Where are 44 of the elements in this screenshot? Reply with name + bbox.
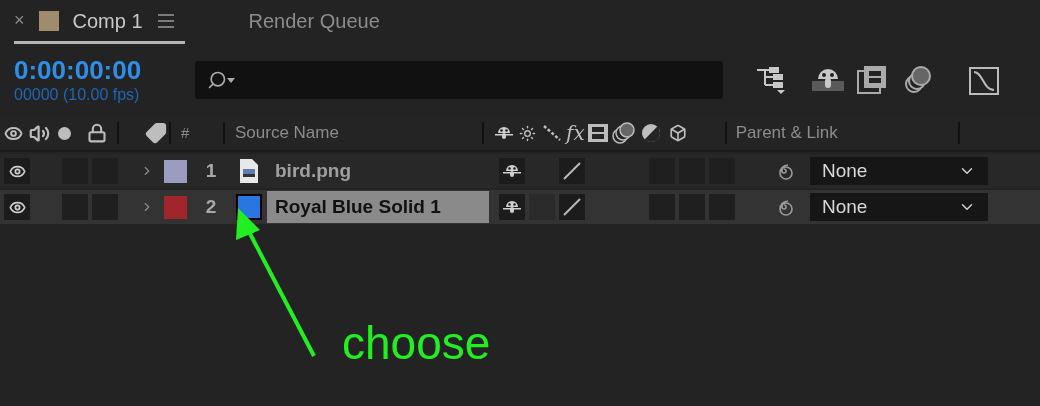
tab[interactable]: × Comp 1 bbox=[14, 0, 185, 44]
source-name[interactable]: Royal Blue Solid 1 bbox=[267, 191, 489, 223]
shy-switch-icon bbox=[502, 198, 522, 216]
layer-number: 2 bbox=[204, 194, 218, 219]
column-header[interactable]: # bbox=[171, 121, 223, 145]
frame-info: 00000 (10.00 fps) bbox=[14, 87, 141, 103]
timecode[interactable]: 0:00:00:00 bbox=[14, 57, 195, 83]
tab[interactable]: Render Queue bbox=[248, 0, 380, 44]
layers-icon[interactable] bbox=[903, 65, 933, 95]
layer-row[interactable]: 1 bird.png None bbox=[0, 154, 1040, 188]
label-color-swatch[interactable] bbox=[164, 195, 187, 219]
parent-dropdown[interactable]: None bbox=[810, 193, 988, 221]
tag-icon bbox=[145, 122, 167, 144]
source-name[interactable]: bird.png bbox=[267, 155, 489, 187]
quality-icon bbox=[542, 124, 562, 142]
quality-switch-icon[interactable] bbox=[562, 161, 582, 181]
column-header[interactable]: Source Name bbox=[225, 120, 482, 146]
fx-icon: fx bbox=[566, 123, 585, 143]
shy-column-icon bbox=[494, 124, 514, 142]
close-icon[interactable]: × bbox=[14, 7, 25, 34]
video-toggle[interactable] bbox=[4, 194, 30, 220]
speaker-icon bbox=[29, 122, 50, 144]
layer-number: 1 bbox=[204, 158, 218, 183]
annotation-text: choose bbox=[342, 320, 491, 366]
cube-icon bbox=[668, 124, 687, 142]
quality-switch-icon[interactable] bbox=[562, 197, 582, 217]
search-field[interactable] bbox=[195, 61, 723, 99]
lock-icon bbox=[87, 123, 107, 143]
adjustment-icon bbox=[640, 123, 661, 143]
shy-switch-icon bbox=[502, 162, 522, 180]
label-color-swatch[interactable] bbox=[164, 159, 187, 183]
sun-icon bbox=[519, 124, 536, 142]
caret-icon bbox=[227, 77, 235, 83]
menu-icon[interactable] bbox=[156, 13, 175, 28]
layers-icon bbox=[610, 121, 637, 145]
film-icon[interactable] bbox=[857, 65, 887, 95]
layer-row[interactable]: 2 Royal Blue Solid 1 None bbox=[0, 190, 1040, 224]
film-icon bbox=[586, 123, 609, 143]
image-file-icon bbox=[239, 158, 259, 184]
video-toggle[interactable] bbox=[4, 158, 30, 184]
parent-dropdown[interactable]: None bbox=[810, 157, 988, 185]
graph-editor-icon[interactable] bbox=[967, 64, 1001, 96]
search-icon bbox=[207, 70, 227, 90]
column-header[interactable]: Parent & Link bbox=[726, 120, 958, 146]
